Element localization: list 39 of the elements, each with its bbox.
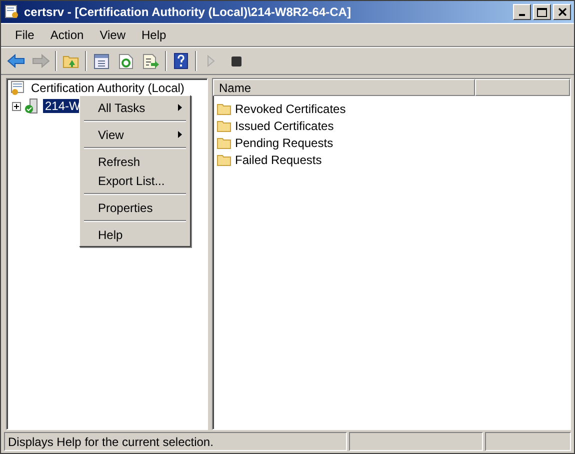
- list-item[interactable]: Failed Requests: [235, 152, 322, 166]
- expand-icon[interactable]: [12, 102, 21, 110]
- maximize-button[interactable]: [533, 4, 551, 20]
- folder-icon: [217, 102, 231, 114]
- export-list-icon: [143, 54, 159, 68]
- menu-item[interactable]: Help: [134, 26, 174, 44]
- folder-icon: [217, 154, 231, 166]
- folder-icon: [217, 120, 231, 132]
- list-item[interactable]: Revoked Certificates: [235, 102, 346, 116]
- folder-up-icon: [63, 54, 79, 68]
- list-item[interactable]: Pending Requests: [235, 136, 334, 150]
- context-menu-item[interactable]: Export List...: [82, 171, 188, 190]
- tree-item[interactable]: Certification Authority (Local): [29, 81, 186, 95]
- refresh-icon: [119, 54, 133, 68]
- menu-item[interactable]: Action: [42, 26, 92, 44]
- maximize-icon: [537, 8, 547, 16]
- status-text: Displays Help for the current selection.: [4, 432, 347, 451]
- list-item[interactable]: Issued Certificates: [235, 118, 334, 132]
- console-tree-icon: [94, 54, 108, 68]
- context-menu-item[interactable]: Properties: [82, 198, 188, 217]
- menu-item[interactable]: File: [7, 26, 42, 44]
- window-title: certsrv - [Certification Authority (Local)\214-W8R2-64-CA]: [24, 5, 352, 19]
- context-menu-item[interactable]: View: [82, 125, 188, 144]
- certificate-icon: [4, 4, 20, 20]
- context-menu-item[interactable]: Refresh: [82, 152, 188, 171]
- context-menu-item[interactable]: Help: [82, 225, 188, 244]
- server-check-icon: [24, 98, 40, 114]
- forward-arrow-icon: [32, 54, 50, 68]
- back-arrow-icon: [7, 54, 25, 68]
- menu-item[interactable]: View: [92, 26, 134, 44]
- close-button[interactable]: [553, 4, 571, 20]
- close-icon: [558, 8, 566, 16]
- stop-icon: [230, 56, 242, 66]
- context-menu-item[interactable]: All Tasks: [82, 98, 188, 117]
- column-header[interactable]: Name: [213, 79, 475, 96]
- play-icon: [206, 55, 216, 67]
- help-icon: [174, 53, 188, 69]
- minimize-button[interactable]: [513, 4, 531, 20]
- folder-icon: [217, 136, 231, 148]
